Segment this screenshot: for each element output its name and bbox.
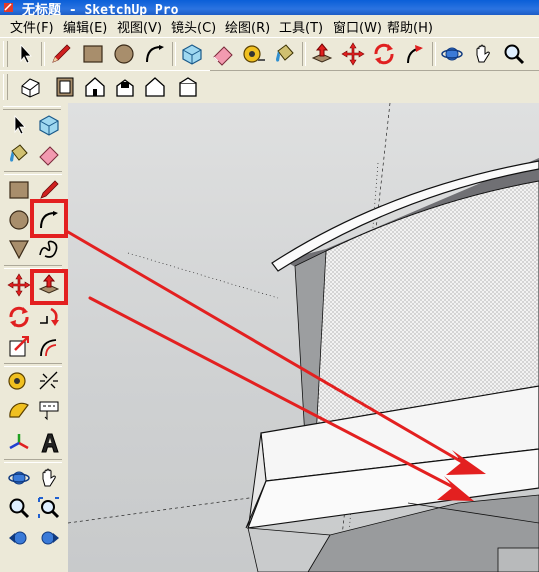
arrowhead-2	[437, 476, 474, 501]
arrow-from-arc-tool	[66, 230, 464, 464]
arrow-from-push-pull-tool	[88, 296, 455, 489]
annotation-arrows	[66, 230, 486, 501]
arrowhead-1	[446, 450, 486, 475]
